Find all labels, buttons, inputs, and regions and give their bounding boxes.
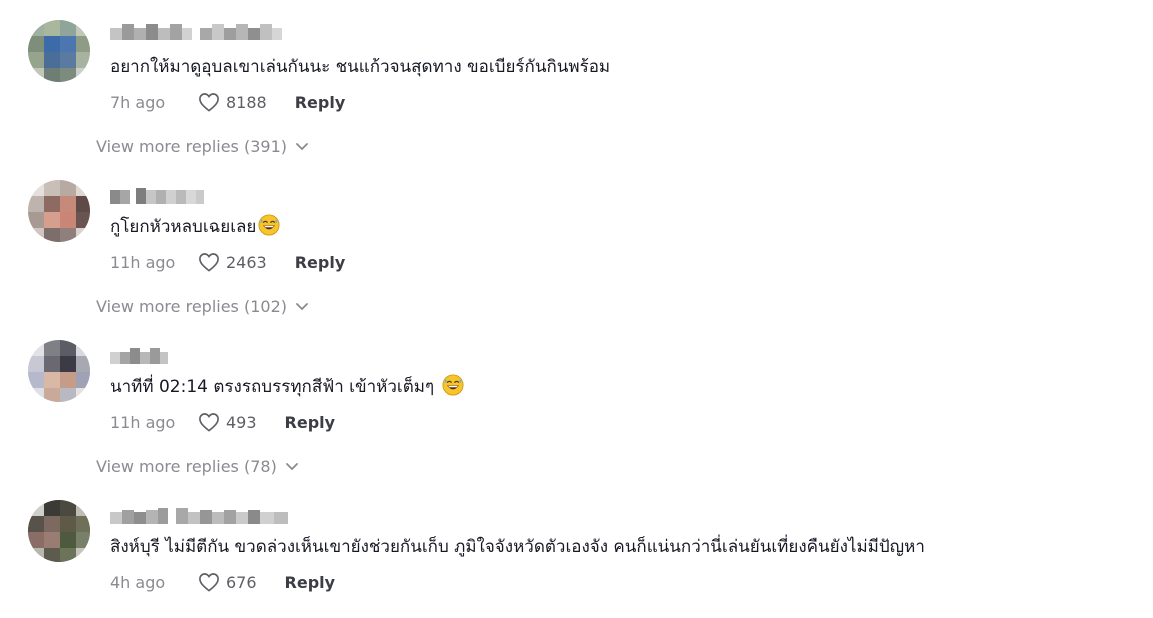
- like-button[interactable]: 8188: [198, 92, 267, 112]
- username-redacted[interactable]: [110, 22, 282, 44]
- like-count: 676: [226, 572, 257, 592]
- comment-text: กูโยกหัวหลบเฉยเลย: [110, 214, 280, 239]
- like-button[interactable]: 493: [198, 412, 257, 432]
- chevron-down-icon: [296, 302, 308, 310]
- grinning-sweat-face-icon: [258, 214, 280, 236]
- like-button[interactable]: 2463: [198, 252, 267, 272]
- reply-button[interactable]: Reply: [295, 93, 346, 112]
- comment-body: อยากให้มาดูอุบลเขาเล่นกันนะ ชนแก้วจนสุดท…: [110, 57, 611, 77]
- like-count: 493: [226, 412, 257, 432]
- avatar[interactable]: [28, 500, 90, 562]
- heart-outline-icon: [199, 253, 219, 272]
- heart-outline-icon: [199, 93, 219, 112]
- comment-time: 11h ago: [110, 412, 176, 432]
- comment-time: 7h ago: [110, 92, 166, 112]
- reply-button[interactable]: Reply: [285, 573, 336, 592]
- comment-meta: 11h ago 493 Reply: [110, 410, 335, 434]
- view-more-label: View more replies (391): [96, 137, 287, 156]
- reply-button[interactable]: Reply: [295, 253, 346, 272]
- view-more-label: View more replies (102): [96, 297, 287, 316]
- username-redacted[interactable]: [110, 186, 204, 208]
- comment-time: 11h ago: [110, 252, 176, 272]
- view-more-replies[interactable]: View more replies (391): [96, 137, 309, 156]
- view-more-replies[interactable]: View more replies (102): [96, 297, 309, 316]
- avatar[interactable]: [28, 340, 90, 402]
- comment-meta: 11h ago 2463 Reply: [110, 250, 345, 274]
- comment-body: กูโยกหัวหลบเฉยเลย: [110, 217, 257, 237]
- heart-outline-icon: [199, 573, 219, 592]
- comment-body: สิงห์บุรี ไม่มีตีกัน ขวดล่วงเห็นเขายังช่…: [110, 537, 925, 557]
- like-count: 8188: [226, 92, 267, 112]
- heart-outline-icon: [199, 413, 219, 432]
- avatar[interactable]: [28, 180, 90, 242]
- avatar[interactable]: [28, 20, 90, 82]
- comment-feed: อยากให้มาดูอุบลเขาเล่นกันนะ ชนแก้วจนสุดท…: [0, 0, 1153, 618]
- comment-text: อยากให้มาดูอุบลเขาเล่นกันนะ ชนแก้วจนสุดท…: [110, 55, 610, 79]
- view-more-label: View more replies (78): [96, 457, 277, 476]
- like-button[interactable]: 676: [198, 572, 257, 592]
- reply-button[interactable]: Reply: [285, 413, 336, 432]
- grinning-sweat-face-icon: [441, 374, 464, 396]
- comment-time: 4h ago: [110, 572, 166, 592]
- view-more-replies[interactable]: View more replies (78): [96, 457, 299, 476]
- username-redacted[interactable]: [110, 506, 288, 528]
- chevron-down-icon: [285, 462, 298, 470]
- comment-body: นาทีที่ 02:14 ตรงรถบรรทุกสีฟ้า เข้าหัวเต…: [110, 377, 435, 397]
- comment-text: นาทีที่ 02:14 ตรงรถบรรทุกสีฟ้า เข้าหัวเต…: [110, 374, 464, 399]
- comment-meta: 7h ago 8188 Reply: [110, 90, 345, 114]
- comment-meta: 4h ago 676 Reply: [110, 570, 335, 594]
- comment-text: สิงห์บุรี ไม่มีตีกัน ขวดล่วงเห็นเขายังช่…: [110, 535, 925, 559]
- username-redacted[interactable]: [110, 346, 168, 368]
- like-count: 2463: [226, 252, 267, 272]
- chevron-down-icon: [296, 142, 308, 150]
